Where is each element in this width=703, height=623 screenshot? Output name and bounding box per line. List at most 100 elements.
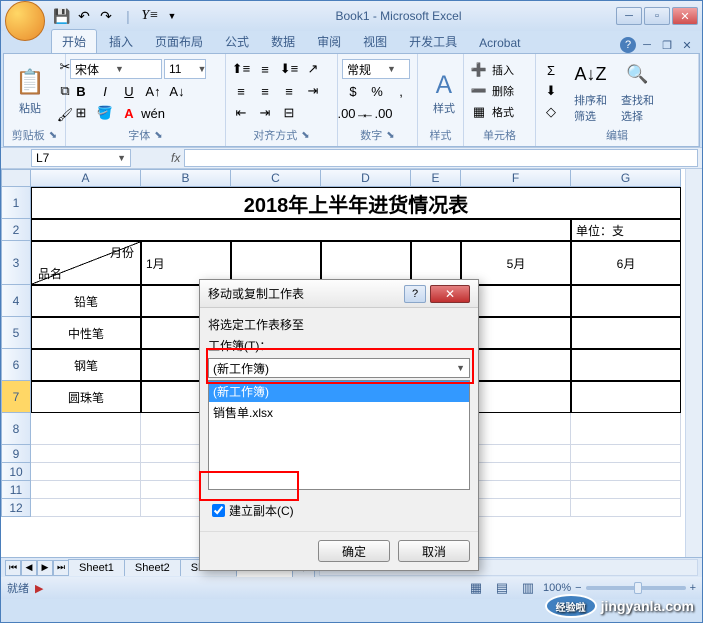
sheet-tab-2[interactable]: Sheet2: [124, 559, 181, 576]
row-header-4[interactable]: 4: [1, 285, 31, 317]
align-middle-icon[interactable]: ≡: [254, 59, 276, 79]
fx-icon[interactable]: fx: [171, 151, 180, 165]
unit-cell[interactable]: 单位：支: [571, 219, 681, 241]
comma-icon[interactable]: ,: [390, 81, 412, 101]
col-header-c[interactable]: C: [231, 169, 321, 187]
tab-nav-prev-icon[interactable]: ◀: [21, 560, 37, 576]
table-cell[interactable]: [571, 317, 681, 349]
office-button[interactable]: [5, 1, 45, 41]
phonetic-icon[interactable]: wén: [142, 103, 164, 123]
paste-button[interactable]: 📋 粘贴: [8, 64, 52, 118]
qat-custom-icon[interactable]: Y≡: [141, 7, 159, 25]
product-pencil[interactable]: 铅笔: [31, 285, 141, 317]
col-header-b[interactable]: B: [141, 169, 231, 187]
insert-label[interactable]: 插入: [492, 62, 514, 78]
dialog-titlebar[interactable]: 移动或复制工作表 ? ✕: [200, 280, 478, 308]
orientation-icon[interactable]: ↗: [302, 59, 324, 79]
list-item-new[interactable]: (新工作簿): [209, 381, 469, 402]
formula-bar[interactable]: [184, 149, 698, 167]
close-button[interactable]: ✕: [672, 7, 698, 25]
zoom-thumb[interactable]: [634, 582, 642, 594]
product-gelpen[interactable]: 中性笔: [31, 317, 141, 349]
insert-cells-icon[interactable]: ➕: [468, 60, 490, 80]
decrease-indent-icon[interactable]: ⇤: [230, 103, 252, 123]
tab-insert[interactable]: 插入: [99, 30, 143, 53]
align-top-icon[interactable]: ⬆≡: [230, 59, 252, 79]
redo-icon[interactable]: ↷: [97, 7, 115, 25]
sheet-tab-1[interactable]: Sheet1: [68, 559, 125, 576]
border-icon[interactable]: ⊞: [70, 103, 92, 123]
fill-icon[interactable]: ⬇: [540, 81, 562, 101]
doc-restore-button[interactable]: ❐: [658, 37, 676, 53]
styles-button[interactable]: Ａ 样式: [422, 64, 466, 118]
table-cell[interactable]: [571, 381, 681, 413]
fill-color-icon[interactable]: 🪣: [94, 103, 116, 123]
view-layout-icon[interactable]: ▤: [491, 578, 513, 598]
table-cell[interactable]: [571, 413, 681, 445]
row-header-3[interactable]: 3: [1, 241, 31, 285]
product-ballpen[interactable]: 圆珠笔: [31, 381, 141, 413]
col-header-e[interactable]: E: [411, 169, 461, 187]
table-cell[interactable]: [31, 463, 141, 481]
font-name-combo[interactable]: 宋体▼: [70, 59, 162, 79]
font-launcher-icon[interactable]: ⬊: [154, 130, 162, 141]
before-sheet-list[interactable]: (新工作簿) 销售单.xlsx: [208, 380, 470, 490]
tab-home[interactable]: 开始: [51, 29, 97, 53]
tab-acrobat[interactable]: Acrobat: [469, 33, 530, 53]
wrap-text-icon[interactable]: ⇥: [302, 81, 324, 101]
zoom-in-icon[interactable]: +: [690, 582, 696, 594]
tab-review[interactable]: 审阅: [307, 30, 351, 53]
macro-record-icon[interactable]: ▶: [35, 582, 43, 595]
align-bottom-icon[interactable]: ⬇≡: [278, 59, 300, 79]
align-center-icon[interactable]: ≡: [254, 81, 276, 101]
cancel-button[interactable]: 取消: [398, 540, 470, 562]
col-header-a[interactable]: A: [31, 169, 141, 187]
zoom-slider[interactable]: [586, 586, 686, 590]
help-icon[interactable]: ?: [620, 37, 636, 53]
tab-view[interactable]: 视图: [353, 30, 397, 53]
empty-cell[interactable]: [31, 219, 571, 241]
decrease-decimal-icon[interactable]: ←.00: [366, 103, 388, 123]
dialog-close-button[interactable]: ✕: [430, 285, 470, 303]
clear-icon[interactable]: ◇: [540, 102, 562, 122]
minimize-button[interactable]: ─: [616, 7, 642, 25]
row-header-9[interactable]: 9: [1, 445, 31, 463]
tab-nav-last-icon[interactable]: ⏭: [53, 560, 69, 576]
autosum-icon[interactable]: Σ: [540, 60, 562, 80]
bold-icon[interactable]: B: [70, 81, 92, 101]
table-cell[interactable]: [571, 463, 681, 481]
col-header-d[interactable]: D: [321, 169, 411, 187]
row-header-8[interactable]: 8: [1, 413, 31, 445]
create-copy-checkbox[interactable]: [212, 504, 225, 517]
col-header-f[interactable]: F: [461, 169, 571, 187]
increase-indent-icon[interactable]: ⇥: [254, 103, 276, 123]
tab-page-layout[interactable]: 页面布局: [145, 30, 213, 53]
align-left-icon[interactable]: ≡: [230, 81, 252, 101]
underline-icon[interactable]: U: [118, 81, 140, 101]
name-box[interactable]: L7▼: [31, 149, 131, 167]
save-icon[interactable]: 💾: [53, 7, 71, 25]
merge-icon[interactable]: ⊟: [278, 103, 300, 123]
view-normal-icon[interactable]: ▦: [465, 578, 487, 598]
delete-label[interactable]: 删除: [492, 83, 514, 99]
dialog-help-button[interactable]: ?: [404, 285, 426, 303]
row-header-2[interactable]: 2: [1, 219, 31, 241]
table-cell[interactable]: [31, 499, 141, 517]
diagonal-header-cell[interactable]: 月份 品名: [31, 241, 141, 285]
tab-nav-first-icon[interactable]: ⏮: [5, 560, 21, 576]
title-cell[interactable]: 2018年上半年进货情况表: [31, 187, 681, 219]
vertical-scrollbar[interactable]: [685, 169, 702, 557]
doc-close-button[interactable]: ✕: [678, 37, 696, 53]
delete-cells-icon[interactable]: ➖: [468, 81, 490, 101]
row-header-10[interactable]: 10: [1, 463, 31, 481]
ok-button[interactable]: 确定: [318, 540, 390, 562]
workbook-combo[interactable]: (新工作簿) ▼: [208, 358, 470, 378]
table-cell[interactable]: [571, 285, 681, 317]
row-header-7[interactable]: 7: [1, 381, 31, 413]
zoom-level[interactable]: 100%: [543, 582, 571, 594]
table-cell[interactable]: [31, 413, 141, 445]
tab-nav-next-icon[interactable]: ▶: [37, 560, 53, 576]
tab-data[interactable]: 数据: [261, 30, 305, 53]
currency-icon[interactable]: $: [342, 81, 364, 101]
format-label[interactable]: 格式: [492, 104, 514, 120]
